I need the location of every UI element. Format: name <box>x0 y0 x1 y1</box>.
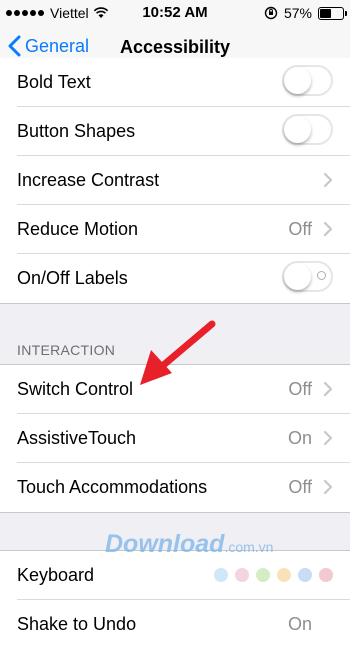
on-off-labels-toggle[interactable] <box>282 261 333 292</box>
button-shapes-row[interactable]: Button Shapes <box>0 107 350 156</box>
chevron-right-icon <box>323 381 333 397</box>
watermark-dots <box>214 568 333 582</box>
row-value: On <box>287 428 312 448</box>
shake-to-undo-row[interactable]: Shake to Undo On <box>0 600 350 649</box>
row-label: Bold Text <box>17 72 91 92</box>
chevron-right-icon <box>323 221 333 237</box>
section-header-interaction: INTERACTION <box>17 342 116 358</box>
chevron-right-icon <box>323 430 333 446</box>
row-label: AssistiveTouch <box>17 428 137 448</box>
bold-text-toggle[interactable] <box>282 65 333 96</box>
watermark-dot <box>256 568 270 582</box>
settings-group-interaction: Switch Control Off AssistiveTouch On Tou… <box>0 364 350 513</box>
switch-control-row[interactable]: Switch Control Off <box>0 365 350 414</box>
watermark-logo: Download.com.vn <box>105 530 274 558</box>
on-off-labels-row[interactable]: On/Off Labels <box>0 254 350 303</box>
row-value: Off <box>288 379 312 399</box>
button-shapes-toggle[interactable] <box>282 114 333 145</box>
reduce-motion-row[interactable]: Reduce Motion Off <box>0 205 350 254</box>
row-label: Touch Accommodations <box>17 477 208 497</box>
settings-group-other: Keyboard Shake to Undo On <box>0 550 350 649</box>
row-value: Off <box>288 477 312 497</box>
watermark-dot <box>319 568 333 582</box>
assistivetouch-row[interactable]: AssistiveTouch On <box>0 414 350 463</box>
watermark-dot <box>235 568 249 582</box>
row-value: Off <box>288 219 312 239</box>
row-label: Switch Control <box>17 379 134 399</box>
battery-area: 57% <box>264 5 347 21</box>
watermark-dot <box>214 568 228 582</box>
row-label: Reduce Motion <box>17 219 139 239</box>
watermark-dot <box>277 568 291 582</box>
row-value: On <box>287 614 312 634</box>
increase-contrast-row[interactable]: Increase Contrast <box>0 156 350 205</box>
battery-percent: 57% <box>283 5 312 21</box>
rotation-lock-icon <box>264 6 278 20</box>
watermark-dot <box>298 568 312 582</box>
row-label: Keyboard <box>17 565 95 585</box>
chevron-right-icon <box>323 479 333 495</box>
off-label-icon <box>317 271 326 280</box>
status-bar: Viettel 10:52 AM 57% <box>0 0 350 26</box>
battery-icon <box>318 6 347 20</box>
chevron-right-icon <box>323 172 333 188</box>
page-title: Accessibility <box>119 37 231 57</box>
bold-text-row[interactable]: Bold Text <box>0 58 350 107</box>
row-label: Increase Contrast <box>17 170 160 190</box>
row-label: On/Off Labels <box>17 268 128 288</box>
row-label: Shake to Undo <box>17 614 137 634</box>
row-label: Button Shapes <box>17 121 136 141</box>
touch-accommodations-row[interactable]: Touch Accommodations Off <box>0 463 350 512</box>
settings-group-display: Bold Text Button Shapes Increase Contras… <box>0 58 350 304</box>
